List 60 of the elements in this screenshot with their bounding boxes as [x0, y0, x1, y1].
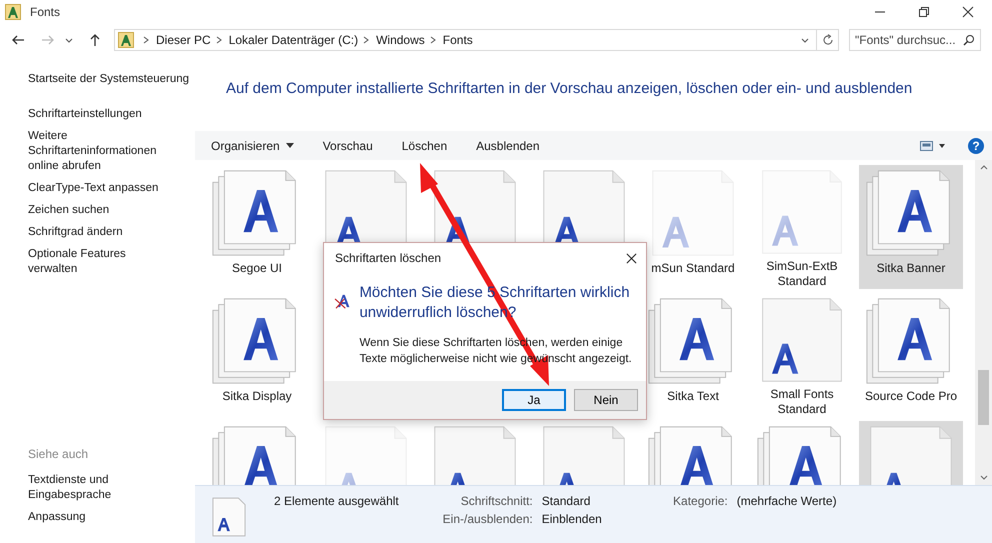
- refresh-icon[interactable]: [822, 34, 834, 46]
- close-icon[interactable]: [626, 252, 637, 264]
- sidebar-link[interactable]: Weitere Schriftarteninformationen online abrufen: [28, 129, 178, 174]
- selection-summary: 2 Elemente ausgewählt: [274, 494, 399, 508]
- font-name: Small Fonts Standard: [769, 387, 835, 417]
- search-field[interactable]: "Fonts" durchsuc...: [849, 29, 981, 51]
- font-name: SimSun-ExtB Standard: [765, 259, 839, 289]
- sidebar-link[interactable]: Optionale Features verwalten: [28, 247, 178, 277]
- font-file-icon: [212, 497, 246, 537]
- dialog-button[interactable]: Nein: [574, 389, 638, 411]
- toolbar-button[interactable]: Vorschau: [314, 134, 382, 156]
- sidebar-link[interactable]: Textdienste und Eingabesprache: [28, 473, 178, 503]
- scrollbar-thumb[interactable]: [978, 370, 989, 425]
- font-name: Source Code Pro: [864, 389, 958, 404]
- sidebar-link[interactable]: Schriftarteinstellungen: [28, 107, 178, 122]
- property-value: (mehrfache Werte): [736, 494, 837, 509]
- breadcrumb[interactable]: Fonts: [442, 33, 473, 47]
- sidebar-link[interactable]: Zeichen suchen: [28, 203, 178, 218]
- chevron-right-icon[interactable]: [214, 36, 223, 44]
- font-name: Sitka Text: [666, 389, 720, 404]
- sidebar-link[interactable]: Anpassung: [28, 510, 178, 525]
- font-name: Sitka Banner: [876, 261, 946, 276]
- page-heading: Auf dem Computer installierte Schriftarten in der Vorschau anzeigen, löschen oder ein- und ausblenden: [226, 80, 912, 96]
- back-icon[interactable]: [11, 33, 25, 47]
- toolbar-button[interactable]: Löschen: [392, 134, 456, 156]
- breadcrumb[interactable]: Windows: [376, 33, 425, 47]
- property-value: Standard: [542, 494, 592, 509]
- breadcrumb[interactable]: Dieser PC: [156, 33, 211, 47]
- property-label: Schriftschnitt:: [460, 494, 533, 509]
- toolbar-button[interactable]: Organisieren: [202, 134, 303, 156]
- search-icon[interactable]: [963, 34, 975, 46]
- caret-icon: [286, 143, 294, 148]
- sidebar-link[interactable]: Schriftgrad ändern: [28, 225, 178, 240]
- dialog-title: Schriftarten löschen: [335, 251, 442, 265]
- toolbar-button[interactable]: Ausblenden: [467, 134, 549, 156]
- property-label: Kategorie:: [672, 494, 728, 509]
- address-bar[interactable]: Dieser PC Lokaler Datenträger (C:) Windows Fonts: [114, 29, 817, 51]
- font-name: mSun Standard: [650, 261, 736, 276]
- help-button[interactable]: ?: [968, 138, 984, 154]
- window-title: Fonts: [30, 5, 60, 19]
- chevron-right-icon[interactable]: [142, 36, 150, 44]
- property-value: Einblenden: [542, 512, 603, 527]
- font-name: Segoe UI: [230, 261, 284, 276]
- restore-icon[interactable]: [918, 6, 930, 18]
- chevron-right-icon[interactable]: [428, 36, 437, 44]
- refresh-button[interactable]: [817, 29, 839, 51]
- scrollbar[interactable]: [975, 160, 992, 485]
- section-heading: Siehe auch: [28, 447, 90, 461]
- sidebar-link[interactable]: Startseite der Systemsteuerung: [28, 72, 190, 87]
- chevron-right-icon[interactable]: [362, 36, 370, 44]
- font-folder-icon: [5, 4, 21, 20]
- up-icon[interactable]: [88, 33, 102, 47]
- view-options-icon[interactable]: [920, 140, 946, 152]
- sidebar-link[interactable]: ClearType-Text anpassen: [28, 181, 178, 196]
- close-icon[interactable]: [962, 6, 974, 18]
- breadcrumb[interactable]: Lokaler Datenträger (C:): [228, 33, 358, 47]
- dialog-button[interactable]: Ja: [502, 389, 566, 411]
- font-folder-icon: [118, 32, 134, 48]
- property-label: Ein-/ausblenden:: [442, 512, 533, 527]
- font-name: Sitka Display: [221, 389, 293, 404]
